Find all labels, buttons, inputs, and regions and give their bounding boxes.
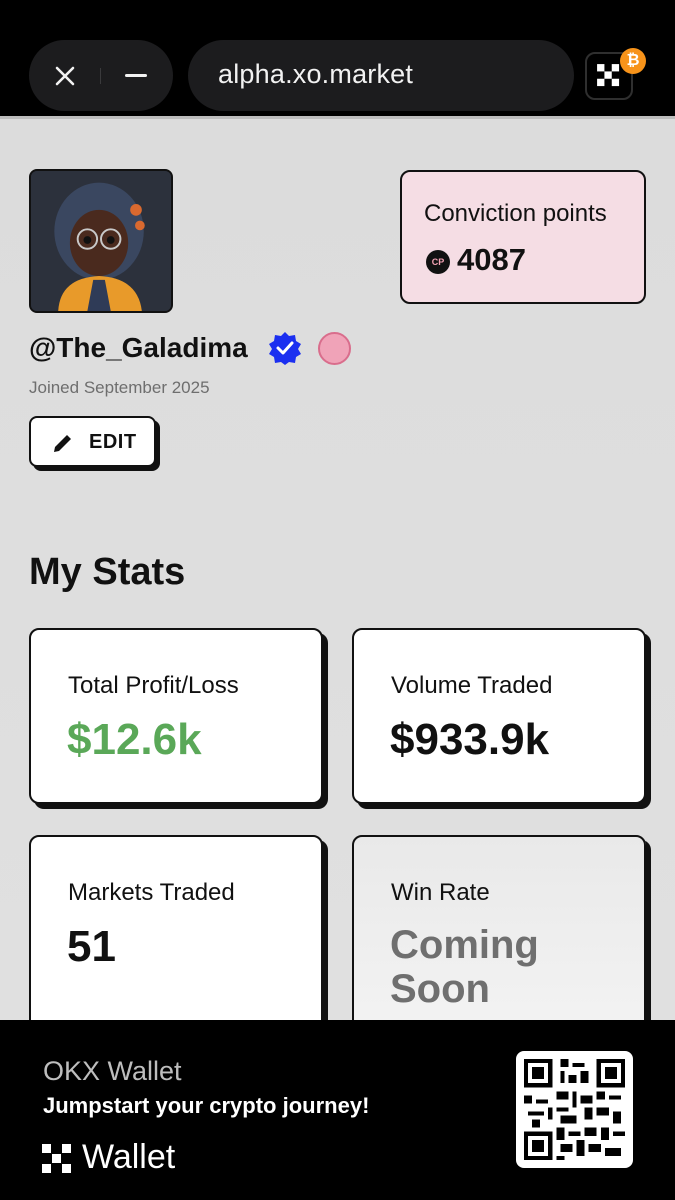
username: @The_Galadima <box>29 332 248 363</box>
stat-label: Total Profit/Loss <box>68 672 239 699</box>
divider <box>100 68 101 84</box>
verified-badge-icon <box>269 332 301 365</box>
conviction-points-card: Conviction points CP 4087 <box>400 170 646 304</box>
close-icon[interactable] <box>51 62 79 90</box>
joined-date: Joined September 2025 <box>29 378 210 397</box>
wallet-promo-banner[interactable]: OKX Wallet Jumpstart your crypto journey… <box>0 1020 675 1200</box>
cp-token-icon: CP <box>426 250 450 274</box>
browser-top-bar: alpha.xo.market ₿ <box>0 0 675 116</box>
stat-card-win-rate: Win Rate Coming Soon <box>352 835 646 1020</box>
edit-button-label: EDIT <box>89 431 137 453</box>
stat-card-profit-loss: Total Profit/Loss $12.6k <box>29 628 323 804</box>
conviction-points-value: 4087 <box>457 242 526 277</box>
okx-app-button[interactable]: ₿ <box>585 48 646 100</box>
wallet-banner-subtitle: Jumpstart your crypto journey! <box>43 1093 370 1118</box>
profile-page: Conviction points CP 4087 @The_Galadima … <box>0 116 675 1020</box>
window-controls <box>29 40 173 111</box>
stat-value: Coming Soon <box>390 923 539 1011</box>
minimize-icon[interactable] <box>125 74 147 77</box>
wallet-brand-text: Wallet <box>82 1138 176 1176</box>
section-title: My Stats <box>29 551 186 593</box>
stat-label: Win Rate <box>391 879 490 906</box>
edit-button[interactable]: EDIT <box>29 416 156 467</box>
avatar-image <box>31 171 171 311</box>
stat-value: 51 <box>67 922 116 971</box>
pencil-icon <box>54 435 71 452</box>
qr-code-icon <box>516 1051 633 1168</box>
stat-label: Volume Traded <box>391 672 553 699</box>
okx-logo-icon <box>42 1144 71 1173</box>
url-text: alpha.xo.market <box>218 59 414 89</box>
conviction-points-label: Conviction points <box>424 200 607 227</box>
stat-label: Markets Traded <box>68 879 235 906</box>
stat-card-markets-traded: Markets Traded 51 <box>29 835 323 1020</box>
stat-value-line: Soon <box>390 967 490 1011</box>
stat-value: $12.6k <box>67 715 202 764</box>
address-bar[interactable]: alpha.xo.market <box>188 40 574 111</box>
stat-card-volume-traded: Volume Traded $933.9k <box>352 628 646 804</box>
stat-value-line: Coming <box>390 923 539 967</box>
pink-badge-icon[interactable] <box>318 332 351 365</box>
bitcoin-icon: ₿ <box>620 48 646 74</box>
avatar <box>29 169 173 313</box>
wallet-banner-title: OKX Wallet <box>43 1056 182 1086</box>
stat-value: $933.9k <box>390 715 550 764</box>
